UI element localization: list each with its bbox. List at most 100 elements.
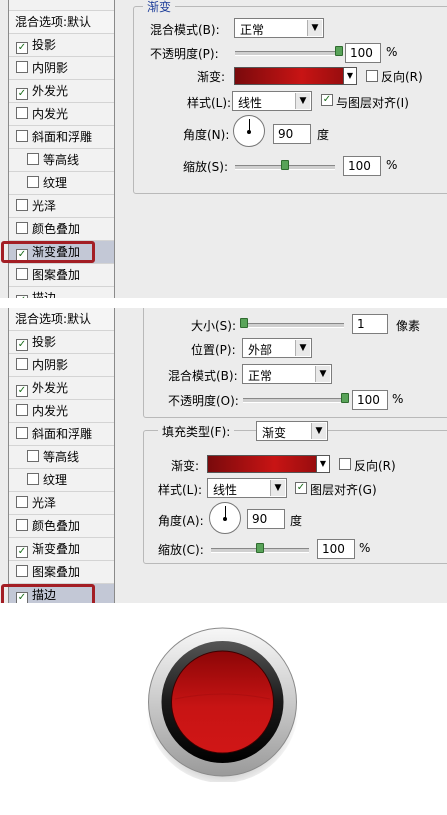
sidebar-item[interactable]: 光泽 <box>9 492 114 515</box>
sidebar-item-checkbox[interactable] <box>16 199 28 211</box>
sidebar-item[interactable]: 内阴影 <box>9 57 114 80</box>
sidebar-item[interactable]: 颜色叠加 <box>9 515 114 538</box>
sidebar-item-checkbox[interactable] <box>16 496 28 508</box>
chevron-down-icon: ▼ <box>315 366 330 382</box>
sidebar-item-checkbox[interactable] <box>16 268 28 280</box>
size-slider[interactable] <box>240 318 344 328</box>
sidebar-item-label: 外发光 <box>32 381 69 395</box>
sidebar-item-checkbox[interactable] <box>16 358 28 370</box>
gradient-picker[interactable]: ▼ <box>207 455 330 473</box>
sidebar-item[interactable]: 等高线 <box>9 149 114 172</box>
chevron-down-icon[interactable]: ▼ <box>343 68 356 84</box>
gradient-overlay-settings: 渐变 混合模式(B): 正常 ▼ 不透明度(P): 100 % 渐变: ▼ 反向… <box>133 0 447 298</box>
scale-field[interactable]: 100 <box>343 156 381 176</box>
angle-field[interactable]: 90 <box>273 124 311 144</box>
opacity-field[interactable]: 100 <box>352 390 388 410</box>
fill-type-value: 渐变 <box>262 426 287 440</box>
sidebar-item-checkbox[interactable] <box>27 153 39 165</box>
opacity-slider[interactable] <box>243 393 349 403</box>
align-with-layer-label: 图层对齐(G) <box>310 483 377 497</box>
sidebar-item-checkbox[interactable]: ✓ <box>16 42 28 54</box>
size-field[interactable]: 1 <box>352 314 388 334</box>
sidebar-item-checkbox[interactable] <box>16 519 28 531</box>
sidebar-item[interactable]: ✓ 渐变叠加 <box>9 538 114 561</box>
sidebar-item-checkbox[interactable]: ✓ <box>16 88 28 100</box>
sidebar-item[interactable]: 混合选项:默认 <box>9 308 114 331</box>
sidebar-item-checkbox[interactable]: ✓ <box>16 339 28 351</box>
align-with-layer-checkbox[interactable]: ✓ <box>321 94 333 106</box>
sidebar-item[interactable]: 斜面和浮雕 <box>9 423 114 446</box>
sidebar-item-label: 等高线 <box>43 153 80 167</box>
red-round-button-preview <box>146 627 299 782</box>
sidebar-item[interactable]: ✓描边 <box>1 584 114 603</box>
sidebar-item-checkbox[interactable] <box>27 450 39 462</box>
sidebar-item[interactable]: 内发光 <box>9 103 114 126</box>
sidebar-item-checkbox[interactable]: ✓ <box>16 546 28 558</box>
align-with-layer-checkbox[interactable]: ✓ <box>295 482 307 494</box>
blend-mode-label: 混合模式(B): <box>168 369 238 383</box>
sidebar-item[interactable]: ✓ 投影 <box>9 34 114 57</box>
reverse-checkbox[interactable] <box>366 70 378 82</box>
sidebar-item[interactable]: ✓ 描边 <box>9 287 114 298</box>
scale-slider[interactable] <box>211 543 309 553</box>
sidebar-item-checkbox[interactable] <box>16 427 28 439</box>
sidebar-item[interactable]: 颜色叠加 <box>9 218 114 241</box>
sidebar-item[interactable]: 纹理 <box>9 469 114 492</box>
sidebar-item-label: 描边 <box>32 291 57 298</box>
highlight-annotation-box <box>1 584 95 603</box>
sidebar-item[interactable]: 图案叠加 <box>9 561 114 584</box>
reverse-checkbox[interactable] <box>339 458 351 470</box>
sidebar-item-checkbox[interactable] <box>16 404 28 416</box>
scale-slider-thumb[interactable] <box>256 543 264 553</box>
opacity-slider-thumb[interactable] <box>335 46 343 56</box>
group-title: 渐变 <box>143 0 176 15</box>
blend-mode-select[interactable]: 正常 ▼ <box>242 364 332 384</box>
angle-dial[interactable] <box>233 115 265 147</box>
scale-label: 缩放(S): <box>183 160 229 174</box>
sidebar-item[interactable]: 等高线 <box>9 446 114 469</box>
sidebar-item-label: 内发光 <box>32 107 69 121</box>
sidebar-item-checkbox[interactable]: ✓ <box>16 385 28 397</box>
style-select[interactable]: 线性 ▼ <box>207 478 287 498</box>
sidebar-item[interactable]: ✓ 外发光 <box>9 377 114 400</box>
sidebar-item-checkbox[interactable] <box>27 176 39 188</box>
gradient-picker[interactable]: ▼ <box>234 67 357 85</box>
align-with-layer-label: 与图层对齐(I) <box>336 96 409 110</box>
sidebar-item-checkbox[interactable] <box>16 130 28 142</box>
sidebar-item[interactable]: ✓ 投影 <box>9 331 114 354</box>
sidebar-item[interactable]: 光泽 <box>9 195 114 218</box>
opacity-slider[interactable] <box>235 46 343 56</box>
chevron-down-icon: ▼ <box>307 20 322 36</box>
sidebar-item[interactable]: 图案叠加 <box>9 264 114 287</box>
scale-slider[interactable] <box>235 160 335 170</box>
angle-dial[interactable] <box>209 502 241 534</box>
sidebar-item-checkbox[interactable] <box>16 565 28 577</box>
opacity-field[interactable]: 100 <box>345 43 381 63</box>
sidebar-item-checkbox[interactable] <box>16 107 28 119</box>
angle-dial-center <box>247 130 251 134</box>
size-slider-thumb[interactable] <box>240 318 248 328</box>
chevron-down-icon[interactable]: ▼ <box>316 456 329 472</box>
blend-mode-label: 混合模式(B): <box>150 23 220 37</box>
sidebar-item[interactable]: ✓ 外发光 <box>9 80 114 103</box>
sidebar-item[interactable]: 内发光 <box>9 400 114 423</box>
opacity-slider-thumb[interactable] <box>341 393 349 403</box>
position-value: 外部 <box>248 343 273 357</box>
angle-field[interactable]: 90 <box>247 509 285 529</box>
scale-slider-thumb[interactable] <box>281 160 289 170</box>
sidebar-item[interactable]: 混合选项:默认 <box>9 11 114 34</box>
sidebar-item[interactable]: 内阴影 <box>9 354 114 377</box>
blend-mode-select[interactable]: 正常 ▼ <box>234 18 324 38</box>
position-select[interactable]: 外部 ▼ <box>242 338 312 358</box>
sidebar-item-checkbox[interactable]: ✓ <box>16 295 28 298</box>
fill-type-select[interactable]: 渐变 ▼ <box>256 421 328 441</box>
sidebar-item[interactable]: ✓ 渐变叠加 <box>1 241 114 264</box>
style-select[interactable]: 线性 ▼ <box>232 91 312 111</box>
sidebar-item-checkbox[interactable] <box>27 473 39 485</box>
sidebar-item[interactable]: 斜面和浮雕 <box>9 126 114 149</box>
sidebar-item-checkbox[interactable] <box>16 61 28 73</box>
sidebar-item-checkbox[interactable] <box>16 222 28 234</box>
styles-sidebar: 混合选项:默认 ✓ 投影 内阴影 ✓ 外发光内发光斜面和浮雕等高线纹理 光泽 颜色叠加 ✓ 渐变叠… <box>1 0 115 298</box>
sidebar-item[interactable]: 纹理 <box>9 172 114 195</box>
scale-field[interactable]: 100 <box>317 539 355 559</box>
